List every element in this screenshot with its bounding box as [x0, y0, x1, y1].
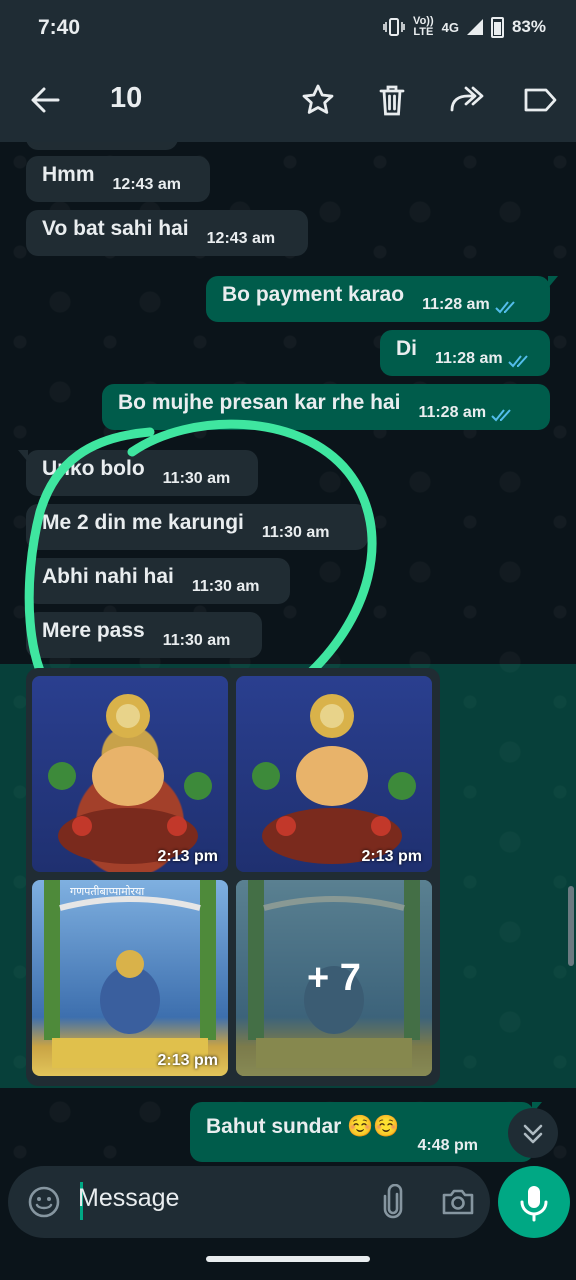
- back-arrow-icon[interactable]: [28, 80, 62, 120]
- star-icon[interactable]: [298, 80, 338, 120]
- camera-icon[interactable]: [440, 1184, 476, 1220]
- message-bubble-outgoing[interactable]: Bahut sundar ☺️☺️ 4:48 pm: [190, 1102, 542, 1162]
- status-bar: 7:40 Vo)) LTE 4G 83%: [0, 0, 576, 58]
- photo-time: 2:13 pm: [361, 848, 422, 865]
- double-chevron-down-icon: [523, 1124, 543, 1144]
- ganesh-idol-image: [48, 694, 212, 864]
- vibrate-icon: [383, 18, 405, 36]
- emoji-icon[interactable]: [26, 1184, 62, 1220]
- banner-text: गणपतीबाप्पामोरया: [70, 885, 145, 898]
- image-album-message[interactable]: 2:13 pm 2:13 pm गणपतीबाप्पामोरया 2:13 pm…: [26, 668, 440, 1086]
- volte-indicator: Vo)) LTE: [413, 16, 434, 38]
- ganesh-photo[interactable]: 2:13 pm: [32, 676, 228, 872]
- ganesh-photo-more[interactable]: + 7: [236, 880, 432, 1076]
- label-icon[interactable]: [520, 80, 560, 120]
- microphone-icon: [520, 1186, 548, 1222]
- message-input[interactable]: Message: [78, 1184, 179, 1213]
- forward-icon[interactable]: [446, 80, 486, 120]
- message-composer[interactable]: Message: [8, 1166, 490, 1238]
- status-time: 7:40: [38, 16, 81, 39]
- selection-toolbar: 10: [0, 58, 576, 142]
- chat-area[interactable]: Hmm 12:43 am Vo bat sahi hai 12:43 am Bo…: [0, 142, 576, 1166]
- volte-bottom: LTE: [413, 26, 434, 38]
- attach-icon[interactable]: [378, 1184, 408, 1220]
- selected-count: 10: [110, 82, 143, 114]
- photo-time: 2:13 pm: [157, 1052, 218, 1069]
- voice-message-button[interactable]: [498, 1166, 570, 1238]
- battery-level: 83%: [511, 17, 546, 36]
- network-type: 4G: [441, 19, 459, 35]
- battery-icon: [490, 16, 504, 38]
- ganesh-photo[interactable]: गणपतीबाप्पामोरया 2:13 pm: [32, 880, 228, 1076]
- message-time: 4:48 pm: [417, 1137, 478, 1154]
- scrollbar[interactable]: [568, 886, 574, 966]
- ganesh-idol-image: [252, 694, 416, 864]
- ganesh-photo[interactable]: 2:13 pm: [236, 676, 432, 872]
- message-text: Bahut sundar ☺️☺️: [206, 1115, 400, 1138]
- more-photos-count: + 7: [236, 880, 432, 1076]
- photo-time: 2:13 pm: [157, 848, 218, 865]
- delete-icon[interactable]: [372, 80, 412, 120]
- gesture-nav-handle[interactable]: [206, 1256, 370, 1262]
- scroll-to-bottom-button[interactable]: [508, 1108, 558, 1158]
- status-indicators: Vo)) LTE 4G 83%: [383, 16, 546, 38]
- ganesh-decoration-image: [44, 880, 216, 1068]
- signal-icon: [466, 19, 483, 35]
